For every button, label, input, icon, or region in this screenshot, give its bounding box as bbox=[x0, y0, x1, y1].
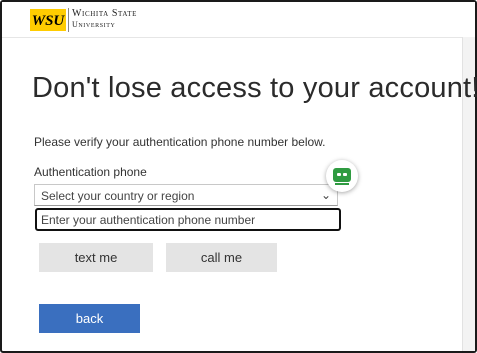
chevron-down-icon: ⌄ bbox=[320, 188, 331, 202]
instruction-text: Please verify your authentication phone … bbox=[34, 135, 326, 149]
text-me-button[interactable]: text me bbox=[39, 243, 153, 272]
logo-divider bbox=[68, 8, 69, 32]
university-wordmark: Wichita State University bbox=[72, 8, 137, 30]
back-button[interactable]: back bbox=[39, 304, 140, 333]
wsu-logo-icon: WSU bbox=[30, 9, 66, 31]
country-select[interactable]: Select your country or region ⌄ bbox=[34, 184, 338, 206]
country-select-value: Select your country or region bbox=[41, 189, 195, 203]
badge-inner bbox=[333, 168, 351, 185]
university-name-line2: University bbox=[72, 20, 116, 29]
phone-number-input[interactable] bbox=[35, 208, 341, 231]
call-me-button[interactable]: call me bbox=[166, 243, 277, 272]
page-header: WSU Wichita State University bbox=[2, 2, 475, 38]
password-manager-icon[interactable] bbox=[326, 160, 358, 192]
svg-text:WSU: WSU bbox=[32, 13, 66, 29]
phone-label: Authentication phone bbox=[34, 165, 147, 179]
university-name-line1: Wichita State bbox=[72, 8, 138, 19]
page-title: Don't lose access to your account! bbox=[32, 72, 477, 104]
